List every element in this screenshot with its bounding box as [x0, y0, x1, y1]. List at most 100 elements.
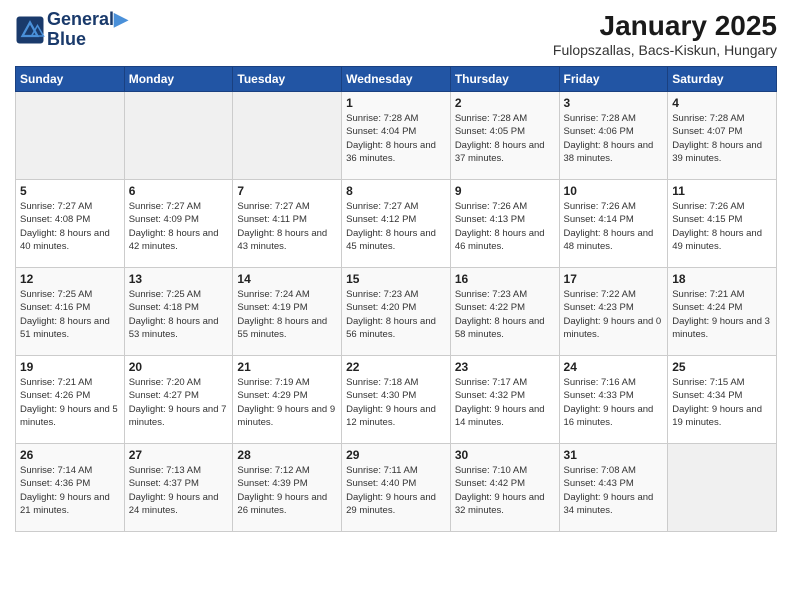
calendar-day-cell: 9 Sunrise: 7:26 AM Sunset: 4:13 PM Daylig…	[450, 180, 559, 268]
day-number: 2	[455, 96, 555, 110]
day-number: 15	[346, 272, 446, 286]
day-number: 25	[672, 360, 772, 374]
day-info: Sunrise: 7:16 AM Sunset: 4:33 PM Dayligh…	[564, 376, 664, 429]
calendar-day-cell: 17Sunrise: 7:22 AM Sunset: 4:23 PM Dayli…	[559, 268, 668, 356]
weekday-header-cell: Sunday	[16, 67, 125, 92]
location-subtitle: Fulopszallas, Bacs-Kiskun, Hungary	[553, 42, 777, 58]
logo: General▶ Blue	[15, 10, 128, 50]
calendar-day-cell: 28 Sunrise: 7:12 AM Sunset: 4:39 PM Dayli…	[233, 444, 342, 532]
weekday-header-cell: Saturday	[668, 67, 777, 92]
day-number: 20	[129, 360, 229, 374]
day-number: 26	[20, 448, 120, 462]
logo-text: General▶ Blue	[47, 10, 128, 50]
day-number: 14	[237, 272, 337, 286]
day-number: 31	[564, 448, 664, 462]
calendar-week-row: 5 Sunrise: 7:27 AM Sunset: 4:08 PM Daylig…	[16, 180, 777, 268]
calendar-day-cell: 7Sunrise: 7:27 AM Sunset: 4:11 PM Daylig…	[233, 180, 342, 268]
weekday-header-cell: Friday	[559, 67, 668, 92]
calendar-day-cell: 29 Sunrise: 7:11 AM Sunset: 4:40 PM Dayli…	[342, 444, 451, 532]
weekday-header-cell: Thursday	[450, 67, 559, 92]
calendar-day-cell: 10 Sunrise: 7:26 AM Sunset: 4:14 PM Dayli…	[559, 180, 668, 268]
day-info: Sunrise: 7:27 AM Sunset: 4:12 PM Dayligh…	[346, 200, 446, 253]
calendar-day-cell: 5 Sunrise: 7:27 AM Sunset: 4:08 PM Daylig…	[16, 180, 125, 268]
day-info: Sunrise: 7:26 AM Sunset: 4:15 PM Dayligh…	[672, 200, 772, 253]
day-number: 28	[237, 448, 337, 462]
day-info: Sunrise: 7:23 AM Sunset: 4:20 PM Dayligh…	[346, 288, 446, 341]
day-info: Sunrise: 7:13 AM Sunset: 4:37 PM Dayligh…	[129, 464, 229, 517]
day-info: Sunrise: 7:21 AM Sunset: 4:24 PM Dayligh…	[672, 288, 772, 341]
calendar-day-cell: 8 Sunrise: 7:27 AM Sunset: 4:12 PM Daylig…	[342, 180, 451, 268]
day-info: Sunrise: 7:26 AM Sunset: 4:14 PM Dayligh…	[564, 200, 664, 253]
title-block: January 2025 Fulopszallas, Bacs-Kiskun, …	[553, 10, 777, 58]
day-info: Sunrise: 7:11 AM Sunset: 4:40 PM Dayligh…	[346, 464, 446, 517]
day-info: Sunrise: 7:28 AM Sunset: 4:04 PM Dayligh…	[346, 112, 446, 165]
calendar-table: SundayMondayTuesdayWednesdayThursdayFrid…	[15, 66, 777, 532]
calendar-day-cell: 13 Sunrise: 7:25 AM Sunset: 4:18 PM Dayli…	[124, 268, 233, 356]
calendar-day-cell: 4Sunrise: 7:28 AM Sunset: 4:07 PM Daylig…	[668, 92, 777, 180]
day-info: Sunrise: 7:25 AM Sunset: 4:16 PM Dayligh…	[20, 288, 120, 341]
day-info: Sunrise: 7:25 AM Sunset: 4:18 PM Dayligh…	[129, 288, 229, 341]
day-info: Sunrise: 7:12 AM Sunset: 4:39 PM Dayligh…	[237, 464, 337, 517]
day-info: Sunrise: 7:10 AM Sunset: 4:42 PM Dayligh…	[455, 464, 555, 517]
day-number: 30	[455, 448, 555, 462]
day-number: 21	[237, 360, 337, 374]
calendar-day-cell: 21Sunrise: 7:19 AM Sunset: 4:29 PM Dayli…	[233, 356, 342, 444]
calendar-day-cell	[668, 444, 777, 532]
day-info: Sunrise: 7:26 AM Sunset: 4:13 PM Dayligh…	[455, 200, 555, 253]
page-header: General▶ Blue January 2025 Fulopszallas,…	[15, 10, 777, 58]
calendar-day-cell	[16, 92, 125, 180]
calendar-week-row: 19Sunrise: 7:21 AM Sunset: 4:26 PM Dayli…	[16, 356, 777, 444]
day-info: Sunrise: 7:28 AM Sunset: 4:06 PM Dayligh…	[564, 112, 664, 165]
day-number: 16	[455, 272, 555, 286]
logo-icon	[15, 15, 45, 45]
calendar-day-cell: 1 Sunrise: 7:28 AM Sunset: 4:04 PM Daylig…	[342, 92, 451, 180]
day-number: 12	[20, 272, 120, 286]
day-number: 24	[564, 360, 664, 374]
day-number: 9	[455, 184, 555, 198]
calendar-week-row: 1 Sunrise: 7:28 AM Sunset: 4:04 PM Daylig…	[16, 92, 777, 180]
day-number: 8	[346, 184, 446, 198]
day-number: 7	[237, 184, 337, 198]
calendar-day-cell: 16 Sunrise: 7:23 AM Sunset: 4:22 PM Dayli…	[450, 268, 559, 356]
day-info: Sunrise: 7:27 AM Sunset: 4:08 PM Dayligh…	[20, 200, 120, 253]
day-number: 3	[564, 96, 664, 110]
calendar-day-cell: 12 Sunrise: 7:25 AM Sunset: 4:16 PM Dayli…	[16, 268, 125, 356]
calendar-day-cell: 22Sunrise: 7:18 AM Sunset: 4:30 PM Dayli…	[342, 356, 451, 444]
calendar-day-cell: 19Sunrise: 7:21 AM Sunset: 4:26 PM Dayli…	[16, 356, 125, 444]
day-number: 23	[455, 360, 555, 374]
calendar-day-cell: 18 Sunrise: 7:21 AM Sunset: 4:24 PM Dayli…	[668, 268, 777, 356]
day-number: 5	[20, 184, 120, 198]
weekday-header-cell: Monday	[124, 67, 233, 92]
calendar-week-row: 26 Sunrise: 7:14 AM Sunset: 4:36 PM Dayli…	[16, 444, 777, 532]
day-number: 11	[672, 184, 772, 198]
calendar-day-cell: 25Sunrise: 7:15 AM Sunset: 4:34 PM Dayli…	[668, 356, 777, 444]
calendar-day-cell: 31Sunrise: 7:08 AM Sunset: 4:43 PM Dayli…	[559, 444, 668, 532]
day-info: Sunrise: 7:28 AM Sunset: 4:07 PM Dayligh…	[672, 112, 772, 165]
calendar-day-cell	[233, 92, 342, 180]
calendar-day-cell: 6Sunrise: 7:27 AM Sunset: 4:09 PM Daylig…	[124, 180, 233, 268]
calendar-day-cell: 23 Sunrise: 7:17 AM Sunset: 4:32 PM Dayli…	[450, 356, 559, 444]
day-number: 29	[346, 448, 446, 462]
day-info: Sunrise: 7:17 AM Sunset: 4:32 PM Dayligh…	[455, 376, 555, 429]
day-info: Sunrise: 7:27 AM Sunset: 4:09 PM Dayligh…	[129, 200, 229, 253]
calendar-day-cell: 3 Sunrise: 7:28 AM Sunset: 4:06 PM Daylig…	[559, 92, 668, 180]
day-number: 18	[672, 272, 772, 286]
day-info: Sunrise: 7:23 AM Sunset: 4:22 PM Dayligh…	[455, 288, 555, 341]
day-number: 13	[129, 272, 229, 286]
calendar-day-cell: 30 Sunrise: 7:10 AM Sunset: 4:42 PM Dayli…	[450, 444, 559, 532]
day-info: Sunrise: 7:18 AM Sunset: 4:30 PM Dayligh…	[346, 376, 446, 429]
calendar-day-cell: 14Sunrise: 7:24 AM Sunset: 4:19 PM Dayli…	[233, 268, 342, 356]
day-number: 1	[346, 96, 446, 110]
page-container: General▶ Blue January 2025 Fulopszallas,…	[0, 0, 792, 612]
day-info: Sunrise: 7:14 AM Sunset: 4:36 PM Dayligh…	[20, 464, 120, 517]
calendar-day-cell	[124, 92, 233, 180]
calendar-day-cell: 26 Sunrise: 7:14 AM Sunset: 4:36 PM Dayli…	[16, 444, 125, 532]
weekday-header-cell: Wednesday	[342, 67, 451, 92]
day-number: 10	[564, 184, 664, 198]
day-info: Sunrise: 7:22 AM Sunset: 4:23 PM Dayligh…	[564, 288, 664, 341]
month-title: January 2025	[553, 10, 777, 42]
calendar-day-cell: 27Sunrise: 7:13 AM Sunset: 4:37 PM Dayli…	[124, 444, 233, 532]
calendar-day-cell: 15 Sunrise: 7:23 AM Sunset: 4:20 PM Dayli…	[342, 268, 451, 356]
calendar-week-row: 12 Sunrise: 7:25 AM Sunset: 4:16 PM Dayli…	[16, 268, 777, 356]
weekday-header-row: SundayMondayTuesdayWednesdayThursdayFrid…	[16, 67, 777, 92]
